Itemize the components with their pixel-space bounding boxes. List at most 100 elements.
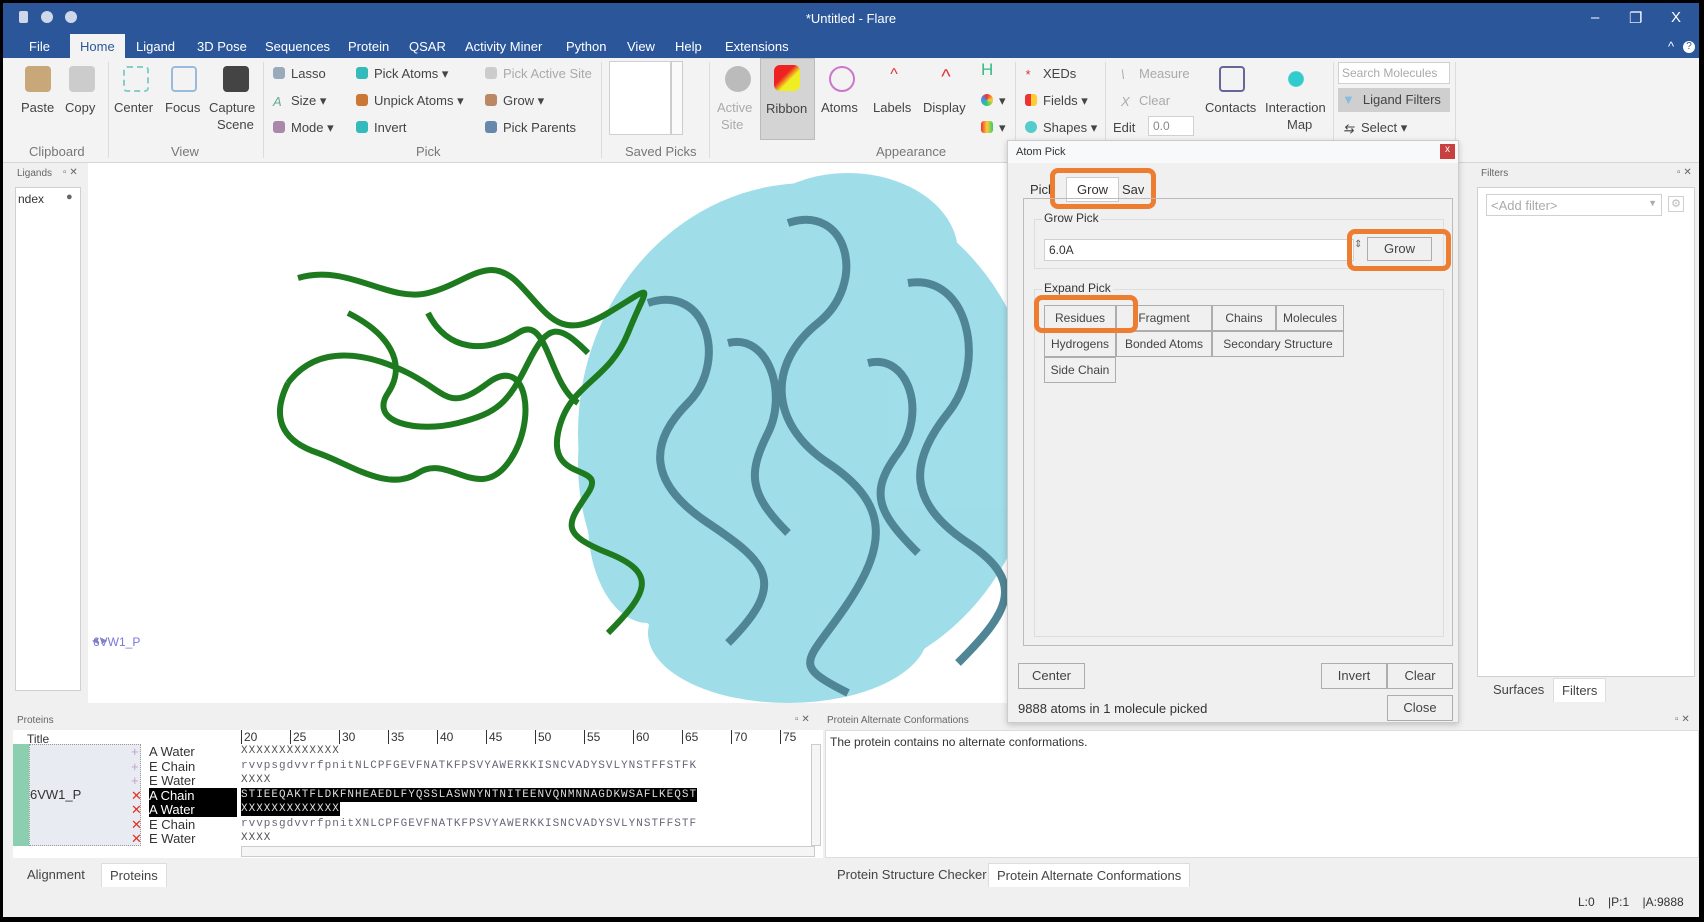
- focus-button[interactable]: Focus: [165, 100, 200, 115]
- tab-filters[interactable]: Filters: [1553, 678, 1607, 702]
- sequence-row[interactable]: rvvpsgdvvrfpnitXNLCPFGEVFNATKFPSVYAWERKK…: [241, 817, 697, 831]
- panel-float-close-icons[interactable]: ▫ ✕: [1675, 714, 1690, 725]
- shapes-dropdown[interactable]: Shapes ▾: [1025, 120, 1097, 136]
- side-chain-button[interactable]: Side Chain: [1044, 357, 1116, 383]
- tab-activity-miner[interactable]: Activity Miner: [465, 39, 542, 54]
- tab-proteins[interactable]: Proteins: [101, 863, 167, 887]
- saved-picks-list[interactable]: [609, 61, 671, 135]
- unpick-atoms-button[interactable]: Unpick Atoms ▾: [356, 93, 464, 109]
- sequence-row[interactable]: STIEEQAKTFLDKFNHEAEDLFYQSSLASWNYNTNITEEN…: [241, 787, 698, 802]
- xeds-button[interactable]: * XEDs: [1025, 66, 1076, 82]
- ligands-column-header[interactable]: ndex: [18, 192, 44, 206]
- tab-home[interactable]: Home: [70, 34, 125, 58]
- mode-dropdown[interactable]: Mode ▾: [273, 120, 334, 136]
- tab-sequences[interactable]: Sequences: [265, 39, 330, 54]
- labels-button[interactable]: Labels: [873, 100, 911, 115]
- tab-3d-pose[interactable]: 3D Pose: [197, 39, 247, 54]
- search-molecules-input[interactable]: Search Molecules: [1338, 62, 1450, 84]
- center-button[interactable]: Center: [114, 100, 153, 115]
- tab-file[interactable]: File: [29, 39, 50, 54]
- protein-title-cell[interactable]: 6VW1_P: [29, 744, 141, 846]
- hydrogens-button[interactable]: H: [981, 60, 993, 80]
- collapse-ribbon-button[interactable]: ^: [1668, 39, 1674, 54]
- bonded-atoms-button[interactable]: Bonded Atoms: [1116, 331, 1212, 357]
- capture-scene-button[interactable]: Capture: [209, 100, 255, 115]
- close-button[interactable]: X: [1671, 9, 1681, 26]
- tab-surfaces[interactable]: Surfaces: [1485, 678, 1552, 701]
- grow-distance-input[interactable]: 6.0A: [1044, 239, 1354, 261]
- tab-protein[interactable]: Protein: [348, 39, 389, 54]
- grow-dropdown[interactable]: Grow ▾: [485, 93, 544, 109]
- visibility-icon[interactable]: ●: [66, 191, 73, 203]
- chain-label[interactable]: E Water: [149, 773, 195, 788]
- tab-alignment[interactable]: Alignment: [19, 863, 93, 886]
- close-dialog-button[interactable]: Close: [1387, 695, 1453, 721]
- sequence-horizontal-scrollbar[interactable]: [241, 846, 815, 857]
- fields-dropdown[interactable]: Fields ▾: [1025, 93, 1088, 109]
- pick-active-site-button[interactable]: Pick Active Site: [485, 66, 592, 81]
- saved-picks-scrollbar[interactable]: [671, 61, 683, 135]
- lasso-button[interactable]: Lasso: [273, 66, 326, 81]
- sequence-row[interactable]: rvvpsgdvvrfpnitNLCPFGEVFNATKFPSVYAWERKKI…: [241, 759, 697, 773]
- ligand-filters-button[interactable]: ▼ Ligand Filters: [1338, 88, 1450, 112]
- chain-label[interactable]: A Water: [149, 744, 195, 759]
- paste-button[interactable]: Paste: [21, 100, 54, 115]
- chain-label[interactable]: E Chain: [149, 759, 195, 774]
- sequence-row[interactable]: XXXX: [241, 831, 271, 845]
- add-filter-dropdown[interactable]: <Add filter> ▼: [1486, 194, 1662, 216]
- unpicked-icon[interactable]: +: [131, 744, 139, 759]
- minimize-button[interactable]: –: [1591, 9, 1599, 26]
- center-button[interactable]: Center: [1018, 663, 1085, 689]
- interaction-map-button[interactable]: Interaction: [1265, 100, 1326, 115]
- hydrogens-button[interactable]: Hydrogens: [1044, 331, 1116, 357]
- tab-help[interactable]: Help: [675, 39, 702, 54]
- clear-measure-button[interactable]: X Clear: [1121, 93, 1170, 109]
- filter-settings-icon[interactable]: ⚙: [1668, 196, 1684, 212]
- dialog-close-button[interactable]: x: [1440, 144, 1455, 159]
- sequence-row[interactable]: XXXXXXXXXXXXX: [241, 744, 340, 758]
- pick-parents-button[interactable]: Pick Parents: [485, 120, 576, 135]
- tab-view[interactable]: View: [627, 39, 655, 54]
- tab-extensions[interactable]: Extensions: [725, 39, 789, 54]
- panel-float-close-icons[interactable]: ▫ ✕: [63, 167, 78, 178]
- maximize-button[interactable]: ❐: [1629, 9, 1642, 27]
- chain-label[interactable]: E Chain: [149, 817, 195, 832]
- picked-icon[interactable]: ✕: [131, 788, 142, 803]
- unpicked-icon[interactable]: +: [131, 773, 139, 788]
- panel-float-close-icons[interactable]: ▫ ✕: [795, 714, 810, 725]
- 3d-viewport[interactable]: ◂ ▸ 6VW1_P: [88, 163, 1010, 703]
- sequence-vertical-scrollbar[interactable]: [811, 744, 821, 846]
- sequence-row[interactable]: XXXXXXXXXXXXX: [241, 802, 340, 816]
- chain-label[interactable]: E Water: [149, 831, 195, 846]
- measure-button[interactable]: \ Measure: [1121, 66, 1190, 82]
- tab-protein-structure-checker[interactable]: Protein Structure Checker: [829, 863, 995, 886]
- tab-qsar[interactable]: QSAR: [409, 39, 446, 54]
- style-dropdown[interactable]: ▾: [981, 120, 1006, 136]
- select-dropdown[interactable]: ⇆ Select ▾: [1343, 120, 1407, 136]
- display-button[interactable]: Display: [923, 100, 966, 115]
- clear-button[interactable]: Clear: [1387, 663, 1453, 689]
- picked-icon[interactable]: ✕: [131, 802, 142, 817]
- ribbon-button[interactable]: Ribbon: [760, 58, 815, 140]
- contacts-button[interactable]: Contacts: [1205, 100, 1256, 115]
- sequence-row[interactable]: XXXX: [241, 773, 271, 787]
- copy-button[interactable]: Copy: [65, 100, 95, 115]
- invert-button[interactable]: Invert: [356, 120, 407, 135]
- secondary-structure-button[interactable]: Secondary Structure: [1212, 331, 1344, 357]
- invert-button[interactable]: Invert: [1321, 663, 1387, 689]
- molecules-button[interactable]: Molecules: [1276, 305, 1344, 331]
- pick-atoms-button[interactable]: Pick Atoms ▾: [356, 66, 448, 82]
- atoms-button[interactable]: Atoms: [821, 100, 858, 115]
- protein-sequence-view[interactable]: Title 6VW1_P 20 25 30 35 40 45 50 55 60 65 70 75 + A…: [13, 730, 823, 858]
- chain-label[interactable]: A Water: [149, 802, 237, 817]
- chains-button[interactable]: Chains: [1212, 305, 1276, 331]
- help-icon[interactable]: ?: [1683, 41, 1695, 53]
- ligands-table[interactable]: ndex ●: [15, 187, 81, 691]
- size-dropdown[interactable]: A Size ▾: [273, 93, 326, 109]
- picked-icon[interactable]: ✕: [131, 817, 142, 832]
- tab-python[interactable]: Python: [566, 39, 606, 54]
- edit-spinbox[interactable]: 0.0: [1148, 116, 1194, 136]
- picked-icon[interactable]: ✕: [131, 831, 142, 846]
- chain-label[interactable]: A Chain: [149, 787, 237, 803]
- panel-float-close-icons[interactable]: ▫ ✕: [1677, 167, 1692, 178]
